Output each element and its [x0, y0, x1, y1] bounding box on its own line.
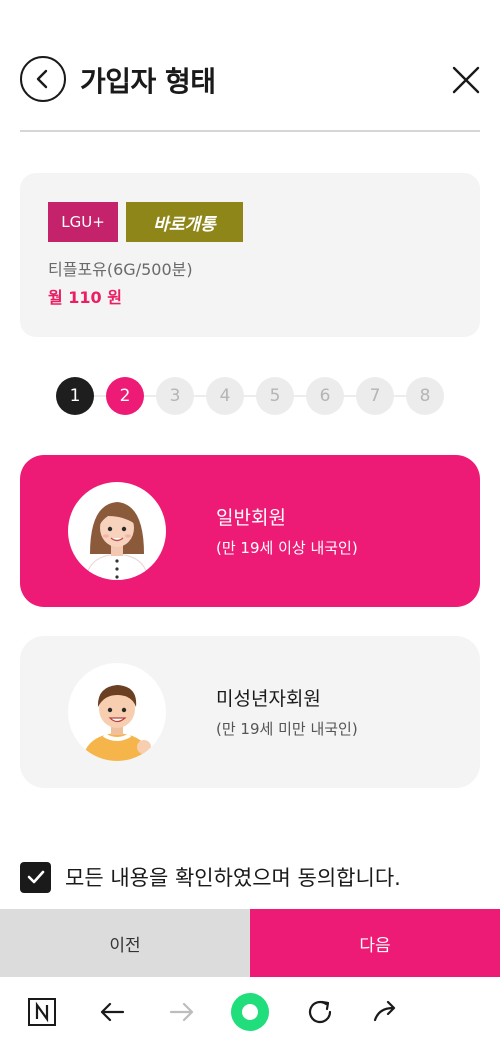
share-icon[interactable] [368, 992, 408, 1032]
member-option-subtitle: (만 19세 이상 내국인) [216, 539, 358, 557]
checkmark-icon [27, 870, 44, 884]
member-option-general[interactable]: 일반회원 (만 19세 이상 내국인) [20, 455, 480, 607]
plan-summary-card: LGU+ 바로개통 티플포유(6G/500분) 월 110 원 [20, 173, 480, 337]
step-6: 6 [306, 377, 344, 415]
carrier-badge: LGU+ [48, 202, 118, 242]
close-button[interactable] [450, 64, 482, 96]
step-indicator: 1 2 3 4 5 6 7 8 [56, 377, 444, 415]
step-5: 5 [256, 377, 294, 415]
step-3: 3 [156, 377, 194, 415]
step-4: 4 [206, 377, 244, 415]
boy-avatar-icon [68, 663, 166, 761]
plan-price: 월 110 원 [48, 288, 122, 307]
close-icon [452, 66, 480, 94]
forward-arrow-icon[interactable] [162, 992, 202, 1032]
home-circle-icon[interactable] [230, 992, 270, 1032]
open-type-badge: 바로개통 [126, 202, 243, 242]
browser-toolbar [0, 977, 500, 1047]
agreement-label: 모든 내용을 확인하였으며 동의합니다. [65, 866, 401, 890]
member-option-minor[interactable]: 미성년자회원 (만 19세 미만 내국인) [20, 636, 480, 788]
member-option-subtitle: (만 19세 미만 내국인) [216, 720, 358, 738]
next-button[interactable]: 다음 [250, 909, 500, 977]
agreement-checkbox[interactable] [20, 861, 51, 893]
header-divider [20, 130, 480, 132]
chevron-left-icon [36, 69, 48, 89]
agreement-row[interactable]: 모든 내용을 확인하였으며 동의합니다. [20, 861, 401, 893]
member-option-title: 미성년자회원 [216, 688, 321, 710]
naver-n-icon[interactable] [22, 992, 62, 1032]
page-title: 가입자 형태 [80, 65, 216, 98]
step-2: 2 [106, 377, 144, 415]
back-button[interactable] [20, 56, 66, 102]
header: 가입자 형태 [0, 0, 500, 132]
member-option-title: 일반회원 [216, 507, 286, 529]
plan-name: 티플포유(6G/500분) [48, 260, 193, 279]
step-1: 1 [56, 377, 94, 415]
back-arrow-icon[interactable] [92, 992, 132, 1032]
woman-avatar-icon [68, 482, 166, 580]
refresh-icon[interactable] [300, 992, 340, 1032]
prev-button[interactable]: 이전 [0, 909, 250, 977]
step-7: 7 [356, 377, 394, 415]
step-8: 8 [406, 377, 444, 415]
